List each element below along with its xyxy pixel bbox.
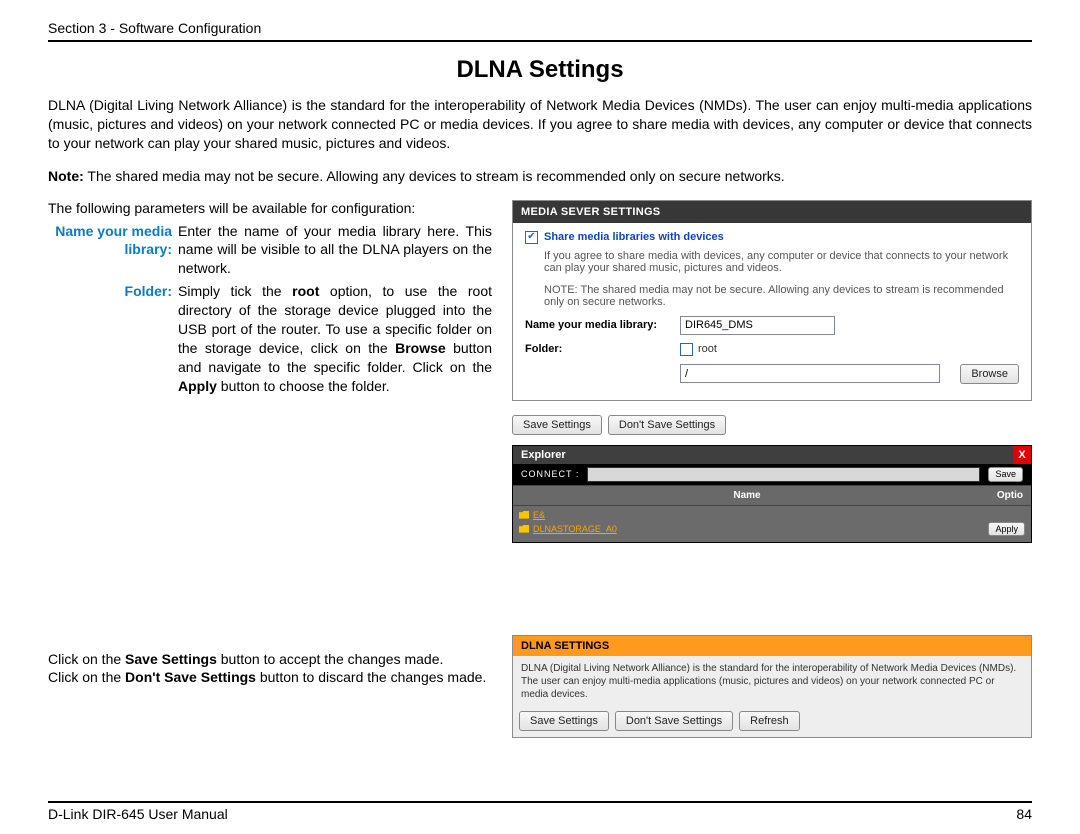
close-icon[interactable]: X — [1013, 446, 1031, 464]
explorer-panel: Explorer X CONNECT : Save Name Optio E& — [512, 445, 1032, 543]
media-server-panel-title: MEDIA SEVER SETTINGS — [513, 201, 1031, 223]
explorer-apply-button[interactable]: Apply — [988, 522, 1025, 536]
share-note-text: NOTE: The shared media may not be secure… — [544, 284, 1019, 308]
intro-note: Note: The shared media may not be secure… — [48, 167, 1032, 186]
config-lead: The following parameters will be availab… — [48, 200, 492, 216]
note-text: The shared media may not be secure. Allo… — [87, 168, 784, 184]
share-checkbox[interactable] — [525, 231, 538, 244]
dlna-settings-panel: DLNA SETTINGS DLNA (Digital Living Netwo… — [512, 635, 1032, 738]
param-folder-row: Folder: Simply tick the root option, to … — [48, 282, 492, 395]
intro-paragraph: DLNA (Digital Living Network Alliance) i… — [48, 96, 1032, 153]
save-settings-button[interactable]: Save Settings — [512, 415, 602, 435]
dont-save-settings-button[interactable]: Don't Save Settings — [608, 415, 726, 435]
folder-link-1[interactable]: E& — [533, 510, 545, 520]
media-server-panel: MEDIA SEVER SETTINGS Share media librari… — [512, 200, 1032, 401]
name-input[interactable]: DIR645_DMS — [680, 316, 835, 335]
param-folder-desc: Simply tick the root option, to use the … — [178, 282, 492, 395]
section-header: Section 3 - Software Configuration — [48, 20, 1032, 42]
name-field-label: Name your media library: — [525, 319, 680, 331]
footer-page-number: 84 — [1016, 806, 1032, 822]
param-name-label: Name your media library: — [48, 222, 178, 260]
param-name-desc: Enter the name of your media library her… — [178, 222, 492, 279]
dlna-dont-save-button[interactable]: Don't Save Settings — [615, 711, 733, 731]
dlna-panel-title: DLNA SETTINGS — [513, 636, 1031, 656]
folder-icon — [519, 525, 529, 533]
root-checkbox-label: root — [698, 343, 717, 355]
folder-row-1[interactable]: E& — [519, 508, 1025, 522]
save-line-1: Click on the Save Settings button to acc… — [48, 650, 492, 669]
folder-field-label: Folder: — [525, 343, 680, 355]
dlna-refresh-button[interactable]: Refresh — [739, 711, 800, 731]
dlna-panel-body: DLNA (Digital Living Network Alliance) i… — [513, 656, 1031, 707]
explorer-title: Explorer — [513, 446, 574, 464]
save-line-2: Click on the Don't Save Settings button … — [48, 668, 492, 687]
share-checkbox-label: Share media libraries with devices — [544, 231, 724, 243]
folder-row-2[interactable]: DLNASTORAGE_A0 Apply — [519, 522, 1025, 536]
connect-select[interactable] — [587, 467, 980, 482]
browse-button[interactable]: Browse — [960, 364, 1019, 384]
folder-link-2[interactable]: DLNASTORAGE_A0 — [533, 524, 617, 534]
note-label: Note: — [48, 168, 84, 184]
share-sub-text: If you agree to share media with devices… — [544, 250, 1019, 274]
folder-icon — [519, 511, 529, 519]
connect-label: CONNECT : — [521, 469, 579, 479]
explorer-save-button[interactable]: Save — [988, 467, 1023, 482]
root-checkbox[interactable] — [680, 343, 693, 356]
footer-left: D-Link DIR-645 User Manual — [48, 806, 228, 822]
page-title: DLNA Settings — [48, 56, 1032, 84]
page-footer: D-Link DIR-645 User Manual 84 — [48, 801, 1032, 822]
path-input[interactable]: / — [680, 364, 940, 383]
column-name-header: Name — [521, 490, 973, 501]
param-name-row: Name your media library: Enter the name … — [48, 222, 492, 279]
dlna-save-button[interactable]: Save Settings — [519, 711, 609, 731]
column-option-header: Optio — [973, 490, 1023, 501]
param-folder-label: Folder: — [48, 282, 178, 301]
